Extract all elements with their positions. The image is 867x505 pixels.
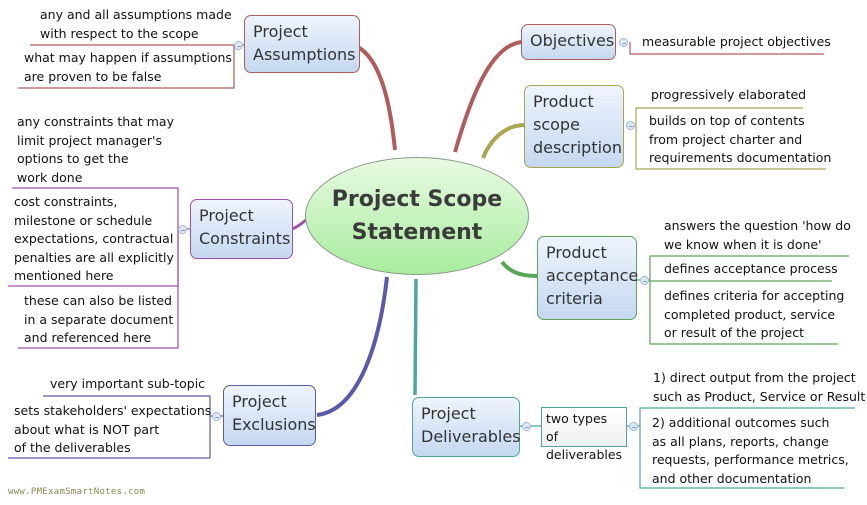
collapse-toggle-icon[interactable] (522, 422, 531, 431)
note-deliverables-direct-output: 1) direct output from the project such a… (653, 370, 866, 404)
watermark-text: www.PMExamSmartNotes.com (8, 487, 146, 497)
note-constraints-cost: cost constraints, milestone or schedule … (14, 194, 174, 283)
note-objectives-measurable: measurable project objectives (642, 34, 831, 49)
note-acceptance-criteria: defines criteria for accepting completed… (664, 288, 845, 340)
central-topic[interactable]: Project Scope Statement (305, 157, 529, 275)
link-deliverables (413, 278, 418, 396)
link-product-scope (481, 123, 526, 159)
note-constraints-limit: any constraints that may limit project m… (17, 114, 174, 185)
link-constraints (291, 218, 307, 231)
note-acceptance-process: defines acceptance process (664, 261, 838, 276)
subtopic-two-types-of-deliverables[interactable]: two types of deliverables (541, 407, 627, 462)
topic-product-scope-description[interactable]: Product scope description (524, 85, 624, 168)
link-objectives (453, 40, 523, 153)
note-builds-on-charter: builds on top of contents from project c… (649, 113, 832, 165)
collapse-toggle-icon[interactable] (629, 422, 638, 431)
collapse-toggle-icon[interactable] (178, 225, 187, 234)
topic-project-assumptions[interactable]: Project Assumptions (244, 15, 360, 73)
collapse-toggle-icon[interactable] (212, 412, 221, 421)
link-assumptions (356, 45, 397, 151)
note-exclusions-important: very important sub-topic (50, 376, 206, 391)
topic-objectives[interactable]: Objectives (521, 24, 616, 60)
link-acceptance (500, 260, 538, 278)
note-constraints-separate-doc: these can also be listed in a separate d… (24, 293, 174, 345)
note-exclusions-expectations: sets stakeholders' expectations about wh… (14, 403, 212, 455)
link-exclusions (316, 276, 389, 417)
topic-project-exclusions[interactable]: Project Exclusions (223, 385, 316, 446)
topic-project-deliverables[interactable]: Project Deliverables (412, 397, 521, 457)
note-assumptions-false: what may happen if assumptions are prove… (24, 50, 232, 84)
topic-product-acceptance-criteria[interactable]: Product acceptance criteria (537, 236, 638, 320)
note-progressively-elaborated: progressively elaborated (651, 87, 807, 102)
collapse-toggle-icon[interactable] (234, 41, 243, 50)
collapse-toggle-icon[interactable] (619, 38, 628, 47)
collapse-toggle-icon[interactable] (640, 276, 649, 285)
note-deliverables-additional-outcomes: 2) additional outcomes such as all plans… (652, 415, 849, 486)
note-assumptions-scope: any and all assumptions made with respec… (40, 7, 232, 41)
mind-map-canvas: Project Scope Statement Project Assumpti… (0, 0, 867, 505)
topic-project-constraints[interactable]: Project Constraints (190, 199, 293, 259)
note-acceptance-question: answers the question 'how do we know whe… (664, 218, 851, 252)
collapse-toggle-icon[interactable] (626, 121, 635, 130)
